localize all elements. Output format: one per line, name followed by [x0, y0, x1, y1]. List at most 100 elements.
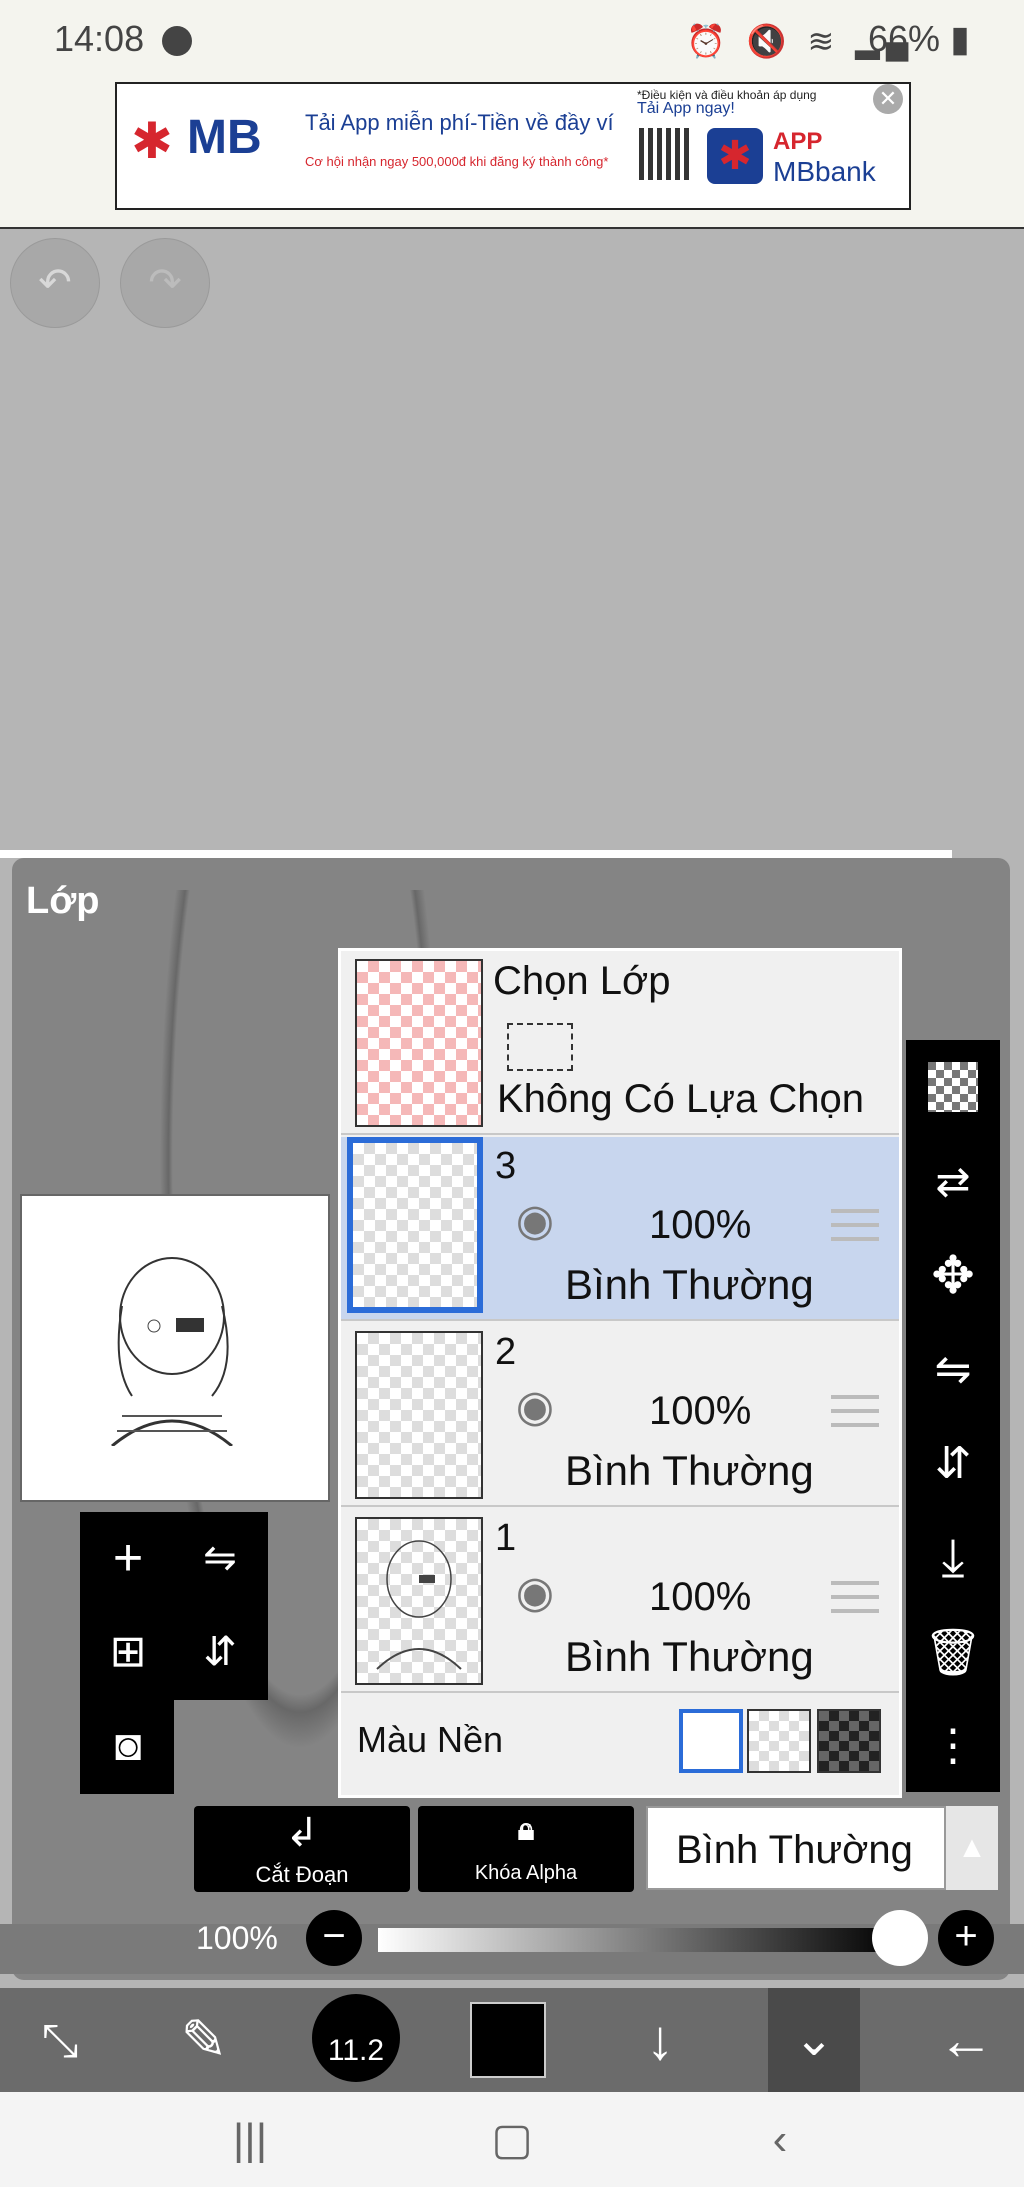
- back-arrow-icon[interactable]: ←: [916, 1988, 1016, 2092]
- chevron-up-icon[interactable]: ▲: [946, 1806, 998, 1890]
- background-dark-swatch[interactable]: [817, 1709, 881, 1773]
- visibility-eye-icon[interactable]: ◉: [505, 1199, 565, 1243]
- brush-size-button[interactable]: 11.2: [312, 1994, 400, 2082]
- selection-layer-row[interactable]: Chọn Lớp Không Có Lựa Chọn: [341, 951, 899, 1135]
- layer-row[interactable]: 3 ◉ 100% Bình Thường: [341, 1137, 899, 1321]
- undo-button[interactable]: ↶: [10, 238, 100, 328]
- duplicate-layer-icon[interactable]: ⊞: [88, 1612, 168, 1692]
- background-label: Màu Nền: [357, 1719, 504, 1760]
- arrow-down-icon[interactable]: ↓: [610, 1988, 710, 2092]
- battery-level: 66% ▮: [868, 18, 970, 60]
- selection-marquee-icon: [507, 1023, 573, 1071]
- battery-icon: ▮: [950, 18, 970, 59]
- canvas-preview[interactable]: [20, 1194, 330, 1502]
- opacity-decrease-button[interactable]: −: [306, 1910, 362, 1966]
- color-swatch[interactable]: [470, 2002, 546, 2078]
- opacity-slider[interactable]: [378, 1928, 898, 1952]
- layer-blend-mode: Bình Thường: [565, 1633, 814, 1680]
- alpha-lock-label: Khóa Alpha: [474, 1862, 578, 1884]
- layer-blend-mode: Bình Thường: [565, 1447, 814, 1494]
- clipping-button[interactable]: ↲ Cắt Đoạn: [194, 1806, 410, 1892]
- bottom-toolbar: ⤡ ✎ 11.2 ↓ ⌄ ←: [0, 1988, 1024, 2092]
- battery-percent: 66%: [868, 18, 941, 59]
- layer-thumbnail: [355, 1517, 483, 1685]
- mb-star-icon: ✱: [131, 113, 173, 169]
- camera-icon[interactable]: ◙: [88, 1706, 168, 1786]
- panel-divider: [0, 850, 952, 858]
- undo-icon: ↶: [38, 261, 72, 305]
- brush-icon[interactable]: ✎: [154, 1988, 254, 2092]
- visibility-eye-icon[interactable]: ◉: [505, 1385, 565, 1429]
- ad-bank-label: MBbank: [773, 156, 876, 187]
- ad-headline: Tải App miễn phí-Tiền về đầy ví: [305, 110, 614, 135]
- layer-number: 2: [495, 1331, 517, 1373]
- layer-row[interactable]: 2 ◉ 100% Bình Thường: [341, 1323, 899, 1507]
- ad-cta[interactable]: Tải App ngay!: [637, 101, 867, 117]
- add-layer-icon[interactable]: +: [88, 1518, 168, 1598]
- blend-mode-select[interactable]: Bình Thường: [646, 1806, 946, 1890]
- redo-button[interactable]: ↷: [120, 238, 210, 328]
- background-transparent-swatch[interactable]: [747, 1709, 811, 1773]
- swap-layer-icon[interactable]: ⇄: [906, 1142, 1000, 1222]
- clock: 14:08: [54, 18, 145, 59]
- layer-list: Chọn Lớp Không Có Lựa Chọn 3 ◉ 100% Bình…: [338, 948, 902, 1798]
- alpha-lock-button[interactable]: 🔒︎ α Khóa Alpha: [418, 1806, 634, 1892]
- system-nav-bar: ||| ▢ ‹: [0, 2092, 1024, 2187]
- opacity-increase-button[interactable]: +: [938, 1910, 994, 1966]
- mb-app-icon: ✱: [707, 128, 763, 184]
- merge-down-icon[interactable]: ⤓: [906, 1518, 1000, 1598]
- layer-opacity: 100%: [649, 1389, 752, 1433]
- status-bar: 14:08 ⏰ 🔇 ≋ ▂▄ 66% ▮: [0, 0, 1024, 82]
- selection-subtitle: Không Có Lựa Chọn: [497, 1077, 865, 1121]
- more-options-icon[interactable]: ⋮: [906, 1706, 1000, 1786]
- qr-code-icon: [639, 128, 691, 180]
- flip-vertical-icon[interactable]: ⇵: [180, 1612, 260, 1692]
- selection-thumbnail: [355, 959, 483, 1127]
- messenger-icon: [162, 26, 192, 56]
- ad-banner[interactable]: ✱ MB Tải App miễn phí-Tiền về đầy ví Cơ …: [115, 82, 911, 210]
- drag-handle-icon[interactable]: [831, 1395, 879, 1431]
- alpha-glyph: α: [520, 1818, 532, 1838]
- brush-size-value: 11.2: [327, 2034, 385, 2067]
- layer-thumbnail: [355, 1331, 483, 1499]
- recent-apps-icon[interactable]: |||: [200, 2092, 300, 2187]
- layer-row[interactable]: 1 ◉ 100% Bình Thường: [341, 1509, 899, 1693]
- background-white-swatch[interactable]: [679, 1709, 743, 1773]
- layers-button[interactable]: ⌄: [768, 1988, 860, 2092]
- panel-title: Lớp: [26, 880, 100, 922]
- flip-horizontal-icon[interactable]: ⇋: [906, 1330, 1000, 1410]
- ad-fine-print: *Điều kiện và điều khoản áp dụng Tải App…: [637, 88, 867, 117]
- background-row: Màu Nền: [341, 1695, 899, 1789]
- redo-icon: ↷: [148, 261, 182, 305]
- back-icon[interactable]: ‹: [730, 2092, 830, 2187]
- clipping-label: Cắt Đoạn: [255, 1862, 349, 1887]
- layer-drawing-thumbnail: [376, 1540, 462, 1670]
- ad-close-icon[interactable]: ✕: [873, 84, 903, 114]
- trash-icon[interactable]: 🗑: [906, 1612, 1000, 1692]
- ad-app-label: APP: [773, 128, 823, 155]
- layer-number: 3: [495, 1145, 517, 1187]
- drag-handle-icon[interactable]: [831, 1209, 879, 1245]
- selection-title: Chọn Lớp: [493, 959, 671, 1003]
- clipping-arrow-icon: ↲: [285, 1811, 319, 1855]
- layer-number: 1: [495, 1517, 517, 1559]
- move-icon[interactable]: ✥: [906, 1236, 1000, 1316]
- layer-opacity: 100%: [649, 1203, 752, 1247]
- layer-side-toolbar: ⇄ ✥ ⇋ ⇵ ⤓ 🗑 ⋮: [906, 1040, 1000, 1792]
- opacity-label: 100%: [196, 1920, 278, 1956]
- ad-bar: ✱ MB Tải App miễn phí-Tiền về đầy ví Cơ …: [0, 82, 1024, 229]
- home-icon[interactable]: ▢: [462, 2092, 562, 2187]
- ad-brand: MB: [187, 111, 262, 164]
- drag-handle-icon[interactable]: [831, 1581, 879, 1617]
- transparency-icon[interactable]: [928, 1062, 978, 1112]
- visibility-eye-icon[interactable]: ◉: [505, 1571, 565, 1615]
- flip-vertical-icon[interactable]: ⇵: [906, 1424, 1000, 1504]
- drawing-thumbnail: [111, 1257, 233, 1446]
- opacity-slider-knob[interactable]: [872, 1910, 928, 1966]
- double-chevron-down-icon: ⌄: [793, 2013, 835, 2066]
- transform-tool-icon[interactable]: ⤡: [10, 1988, 110, 2092]
- layer-thumbnail: [347, 1137, 483, 1313]
- ad-subline: Cơ hội nhận ngay 500,000đ khi đăng ký th…: [305, 154, 609, 169]
- flip-horizontal-icon[interactable]: ⇋: [180, 1518, 260, 1598]
- layer-opacity: 100%: [649, 1575, 752, 1619]
